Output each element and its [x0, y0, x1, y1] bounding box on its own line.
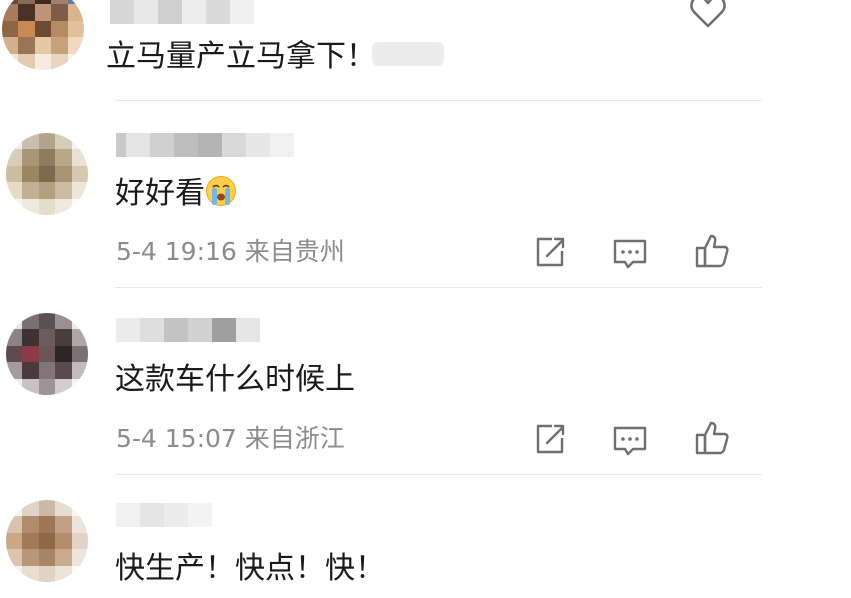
comment-meta: 5-4 15:07 来自浙江 — [116, 424, 345, 453]
comment-text: 好好看 — [115, 174, 237, 214]
comment-text: 立马量产立马拿下！ — [106, 39, 376, 74]
username-blurred[interactable] — [116, 503, 212, 527]
crying-face-emoji — [206, 176, 236, 206]
comment-icon[interactable] — [610, 234, 650, 274]
comment-item: 这款车什么时候上 5-4 15:07 来自浙江 — [0, 288, 851, 474]
share-icon[interactable] — [530, 232, 570, 272]
avatar[interactable] — [6, 500, 88, 582]
avatar[interactable] — [6, 133, 88, 215]
comment-text: 快生产！快点！快！ — [115, 551, 385, 586]
blurred-emoji — [372, 42, 444, 66]
like-icon[interactable] — [692, 231, 732, 271]
comment-item: 立马量产立马拿下！ — [0, 0, 851, 100]
share-icon[interactable] — [530, 419, 570, 459]
comment-meta: 5-4 19:16 来自贵州 — [116, 237, 345, 266]
comment-item: 好好看 5-4 19:16 来自贵州 — [0, 101, 851, 287]
heart-icon[interactable] — [688, 0, 728, 32]
comment-icon[interactable] — [610, 421, 650, 461]
avatar[interactable] — [6, 313, 88, 395]
comment-text: 这款车什么时候上 — [115, 362, 355, 397]
username-blurred[interactable] — [116, 133, 294, 157]
comment-item: 快生产！快点！快！ — [0, 475, 851, 598]
like-icon[interactable] — [692, 418, 732, 458]
username-blurred[interactable] — [116, 318, 260, 342]
username-blurred[interactable] — [110, 0, 254, 24]
avatar[interactable] — [2, 0, 84, 70]
